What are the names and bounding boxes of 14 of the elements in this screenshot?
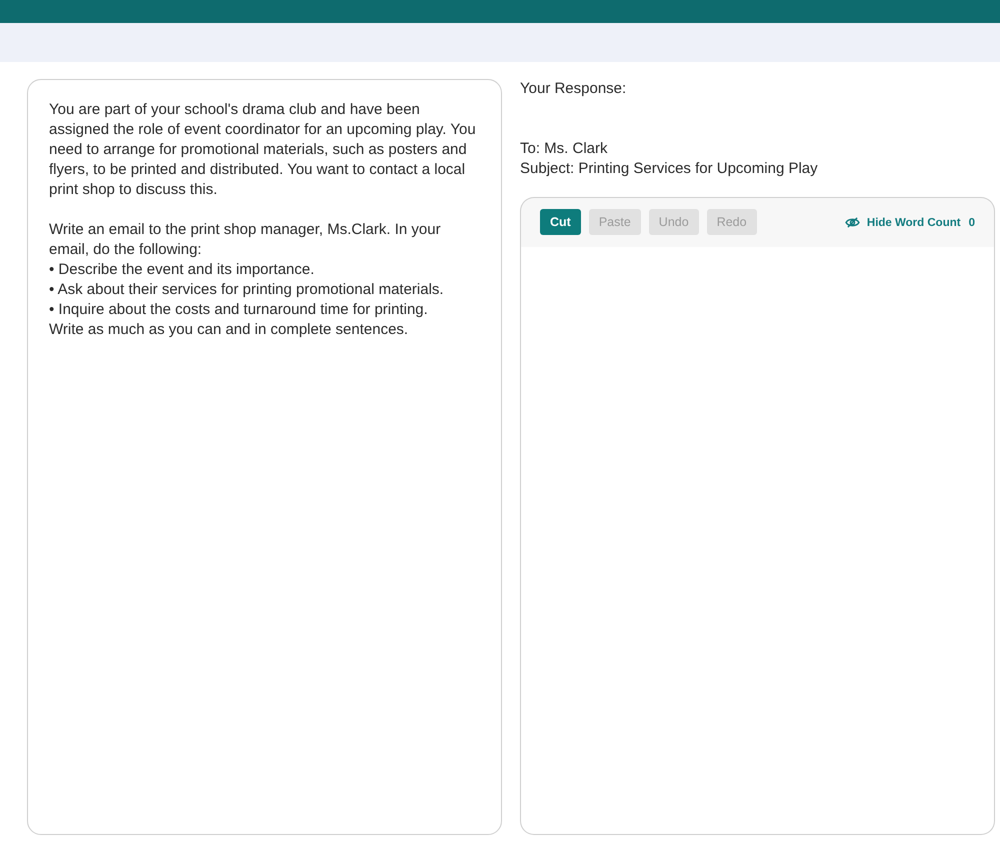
edit-button[interactable]: Cut (540, 208, 581, 234)
bullet-item: • Inquire about the costs and turnaround time for printing. (49, 300, 429, 320)
bullet-item: • Ask about their services for printing promotional materials. (49, 280, 445, 300)
response-label: Your Response: (520, 79, 628, 99)
email-subject: Subject: Printing Services for Upcoming Play (520, 159, 819, 179)
word-count: 0 (968, 216, 975, 230)
response-field[interactable] (520, 247, 995, 835)
closing-text: Write as much as you can and in complete sentences. (49, 320, 410, 340)
instruction-text: Write an email to the print shop manager, Ms.Clark. In your email, do the following: (49, 220, 442, 260)
hide-word-count-link[interactable]: Hide Word Count (866, 216, 961, 228)
bullet-item: • Describe the event and its importance. (49, 260, 316, 280)
email-to: To: Ms. Clark (520, 139, 609, 159)
eye-slash-icon (844, 217, 860, 228)
prompt-paragraph: You are part of your school's drama club and have been assigned the role of event coordinator for an upcoming play. You need to arrange for promotional materials, such as posters and flyers, to be printed and distributed. You want to contact a local print shop to discuss this. (49, 100, 477, 200)
